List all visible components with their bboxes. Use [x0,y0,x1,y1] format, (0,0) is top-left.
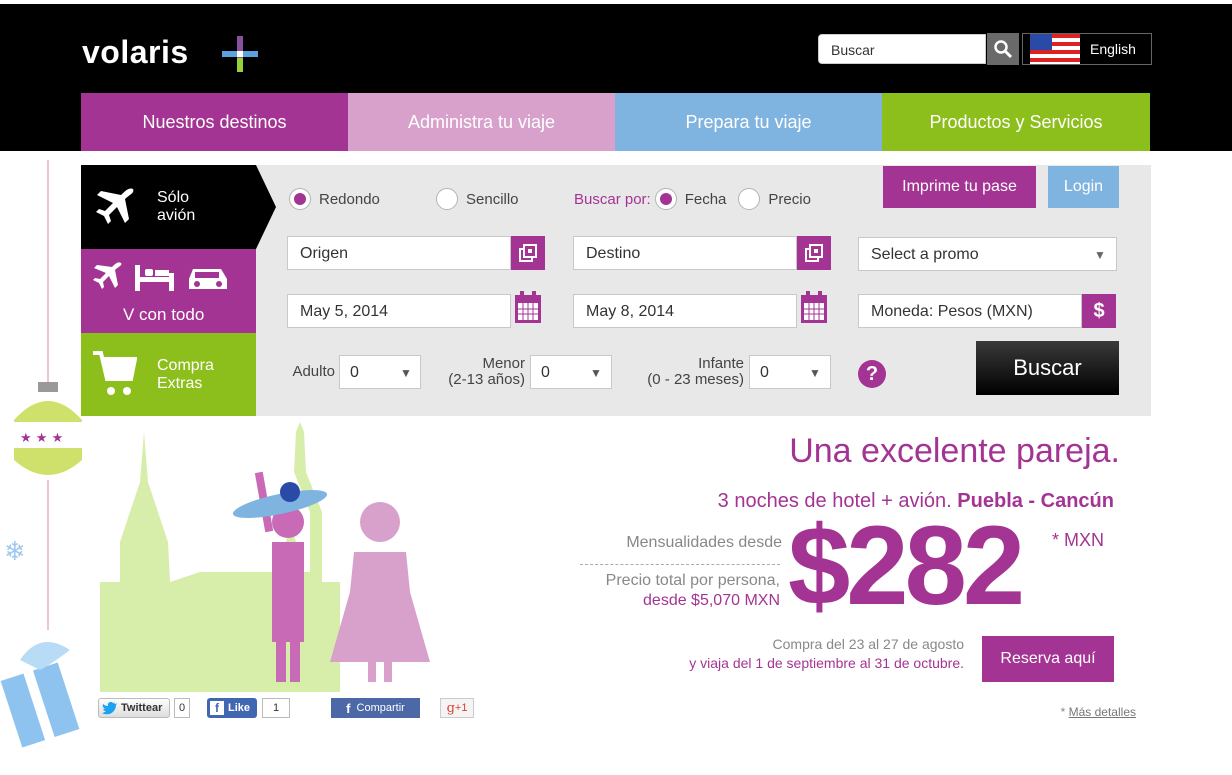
infant-label-line2: (0 - 23 meses) [647,371,744,388]
promo-select[interactable]: Select a promo [858,237,1117,271]
gplus-label: +1 [454,702,468,714]
volaris-logo[interactable]: volaris [82,34,189,71]
calendar-icon [801,291,827,323]
help-icon[interactable]: ? [858,360,886,388]
tweet-count: 0 [174,698,190,718]
like-count: 1 [262,698,290,718]
destination-input[interactable]: Destino [573,236,797,270]
trip-oneway-option[interactable]: Sencillo [436,188,519,210]
language-button[interactable]: English [1022,33,1152,65]
return-date-input[interactable]: May 8, 2014 [573,294,797,328]
chevron-down-icon: ▼ [590,366,602,380]
svg-text:❄: ❄ [4,537,26,567]
holiday-decoration: ★ ★ ★ ❄ [0,160,82,748]
total-price-label: Precio total por persona, [605,572,780,589]
minor-label-line1: Menor [482,355,525,372]
infant-label: Infante (0 - 23 meses) [630,356,744,388]
total-price-value: desde $5,070 MXN [643,592,780,609]
facebook-icon: f [210,701,224,715]
dollar-icon[interactable]: $ [1082,294,1116,328]
share-label: Compartir [356,702,405,714]
like-label: Like [228,702,251,714]
promo-headline: Una excelente pareja. [789,432,1120,470]
twitter-bird-icon [102,702,117,715]
chevron-down-icon: ▼ [1094,248,1106,262]
divider [580,564,780,565]
shopping-cart-icon [93,351,137,395]
nav-productos-y-servicios[interactable]: Productos y Servicios [882,93,1150,151]
svg-text:★ ★ ★: ★ ★ ★ [20,431,63,446]
nav-prepara-tu-viaje[interactable]: Prepara tu viaje [615,93,882,151]
tweet-button[interactable]: Twittear [98,698,170,718]
active-tab-arrow [256,165,276,249]
tab-v-con-todo-label: V con todo [123,305,205,324]
search-by-date-radio[interactable] [654,188,677,210]
price-currency: * MXN [1052,530,1105,550]
search-flights-button[interactable]: Buscar [976,341,1119,395]
google-plus-button[interactable]: g +1 [440,698,474,718]
depart-calendar-button[interactable] [511,290,545,324]
tab-v-con-todo[interactable]: V con todo [81,249,256,333]
search-button[interactable] [987,33,1019,65]
trip-oneway-label: Sencillo [466,190,519,208]
facebook-like-button[interactable]: f Like [207,698,257,718]
magnifier-icon [994,40,1013,59]
expand-list-icon [805,244,823,262]
google-plus-icon: g [446,700,455,716]
more-details-link[interactable]: Más detalles [1069,705,1136,719]
trip-round-radio[interactable] [289,188,311,210]
destination-list-button[interactable] [797,236,831,270]
more-details: * Más detalles [1000,705,1136,719]
monthly-label: Mensualidades desde [626,534,782,551]
promo-dates-line2: y viaja del 1 de septiembre al 31 de oct… [689,655,964,671]
us-flag-icon [1030,34,1080,64]
plane-hotel-car-icon [93,262,227,291]
details-star: * [1060,705,1066,719]
minor-label: Menor (2-13 años) [430,356,525,388]
adult-label: Adulto [292,363,335,380]
tab-solo-avion-line1: Sólo [157,189,190,206]
chevron-down-icon: ▼ [400,366,412,380]
expand-list-icon [519,244,537,262]
cathedral-couple-illustration [100,422,430,692]
facebook-icon: f [346,700,351,716]
tab-compra-extras-line1: Compra [157,357,214,374]
nav-administra-tu-viaje[interactable]: Administra tu viaje [348,93,615,151]
trip-round-option[interactable]: Redondo [289,188,380,210]
tab-solo-avion-line2: avión [157,207,196,224]
return-calendar-button[interactable] [797,290,831,324]
search-by-price-radio[interactable] [738,188,761,210]
minor-label-line2: (2-13 años) [448,371,525,388]
depart-date-input[interactable]: May 5, 2014 [287,294,511,328]
origin-list-button[interactable] [511,236,545,270]
facebook-share-button[interactable]: f Compartir [331,698,420,718]
promo-price: $282 [788,503,1025,628]
search-by-label: Buscar por: [574,190,651,208]
search-by-group: Buscar por: Fecha Precio [574,188,811,210]
tab-compra-extras[interactable]: Compra Extras [81,333,256,416]
currency-select[interactable]: Moneda: Pesos (MXN) [858,294,1082,328]
tab-compra-extras-line2: Extras [157,375,203,392]
login-button[interactable]: Login [1048,166,1119,208]
promo-dates-line1: Compra del 23 al 27 de agosto [772,636,964,652]
calendar-icon [515,291,541,323]
search-input[interactable]: Buscar [818,34,986,64]
print-pass-button[interactable]: Imprime tu pase [883,166,1036,208]
trip-oneway-radio[interactable] [436,188,458,210]
search-by-date-label: Fecha [684,190,727,208]
tab-solo-avion[interactable]: Sólo avión [81,165,256,249]
nav-nuestros-destinos[interactable]: Nuestros destinos [81,93,348,151]
reserve-button[interactable]: Reserva aquí [982,636,1114,682]
chevron-down-icon: ▼ [809,366,821,380]
search-by-price-label: Precio [768,190,811,208]
airplane-icon [96,188,134,224]
language-label: English [1090,41,1136,57]
logo-plus-icon [222,36,258,72]
trip-round-label: Redondo [319,190,380,208]
tweet-label: Twittear [121,702,163,714]
infant-label-line1: Infante [698,355,744,372]
origin-input[interactable]: Origen [287,236,511,270]
